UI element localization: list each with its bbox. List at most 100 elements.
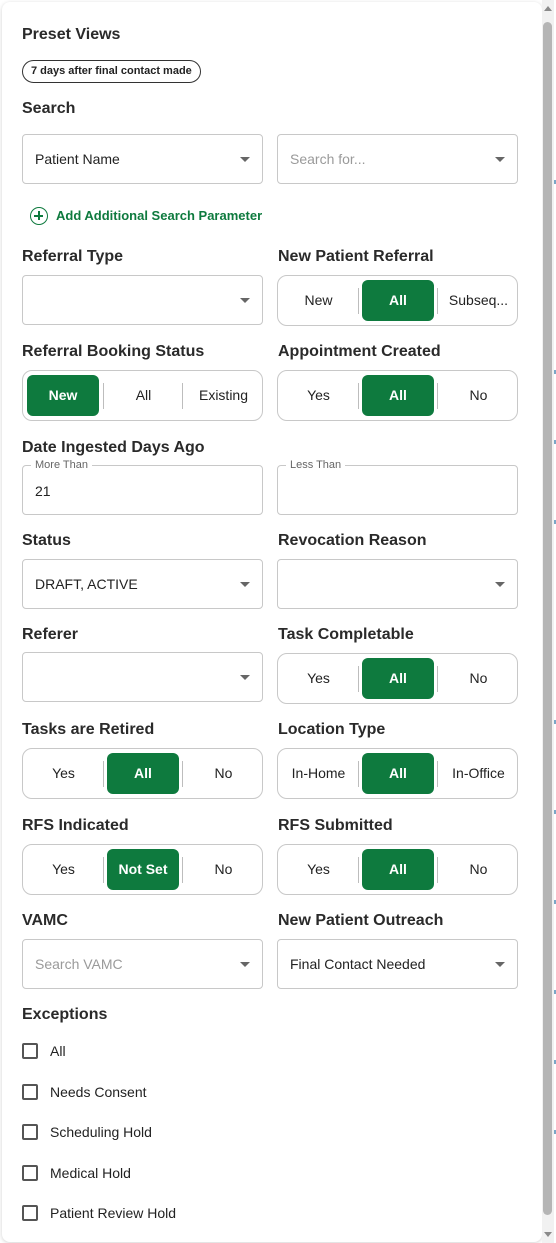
chevron-down-icon xyxy=(240,962,250,967)
status-label: Status xyxy=(22,532,71,549)
add-search-parameter-label: Add Additional Search Parameter xyxy=(56,208,263,223)
exception-label: All xyxy=(50,1043,66,1059)
status-value: DRAFT, ACTIVE xyxy=(35,576,138,592)
checkbox-icon[interactable] xyxy=(22,1043,38,1059)
toggle-option-new[interactable]: New xyxy=(27,375,99,416)
search-placeholder: Search for... xyxy=(290,151,366,167)
referral-booking-status-toggle: New All Existing xyxy=(22,370,263,421)
location-type-toggle: In-Home All In-Office xyxy=(277,748,518,799)
toggle-divider xyxy=(358,761,359,787)
toggle-divider xyxy=(437,857,438,883)
toggle-divider xyxy=(437,383,438,409)
vamc-search-input[interactable]: Search VAMC xyxy=(22,939,263,989)
new-patient-outreach-value: Final Contact Needed xyxy=(290,956,426,972)
toggle-option-no[interactable]: No xyxy=(184,845,263,894)
toggle-divider xyxy=(182,383,183,409)
toggle-option-yes[interactable]: Yes xyxy=(279,845,358,894)
referral-booking-status-label: Referral Booking Status xyxy=(22,343,205,360)
scroll-down-icon[interactable] xyxy=(544,1232,552,1237)
checkbox-icon[interactable] xyxy=(22,1205,38,1221)
date-ingested-label: Date Ingested Days Ago xyxy=(22,439,205,456)
search-title: Search xyxy=(22,100,76,117)
new-patient-outreach-select[interactable]: Final Contact Needed xyxy=(277,939,518,989)
toggle-option-yes[interactable]: Yes xyxy=(24,845,103,894)
rfs-submitted-toggle: Yes All No xyxy=(277,844,518,895)
exceptions-label: Exceptions xyxy=(22,1006,108,1023)
toggle-option-in-office[interactable]: In-Office xyxy=(439,749,518,798)
exception-label: Patient Review Hold xyxy=(50,1205,177,1221)
toggle-option-all[interactable]: All xyxy=(362,849,434,890)
checkbox-icon[interactable] xyxy=(22,1084,38,1100)
toggle-option-all[interactable]: All xyxy=(104,371,183,420)
toggle-option-all[interactable]: All xyxy=(362,375,434,416)
toggle-option-all[interactable]: All xyxy=(362,280,434,321)
toggle-divider xyxy=(103,857,104,883)
search-input[interactable]: Search for... xyxy=(277,134,518,184)
toggle-option-existing[interactable]: Existing xyxy=(184,371,263,420)
scroll-up-icon[interactable] xyxy=(544,6,552,11)
toggle-option-no[interactable]: No xyxy=(439,845,518,894)
search-field-value: Patient Name xyxy=(35,151,120,167)
toggle-option-no[interactable]: No xyxy=(439,371,518,420)
revocation-reason-select[interactable] xyxy=(277,559,518,609)
vamc-placeholder: Search VAMC xyxy=(35,956,123,972)
toggle-divider xyxy=(358,288,359,314)
rfs-indicated-toggle: Yes Not Set No xyxy=(22,844,263,895)
checkbox-icon[interactable] xyxy=(22,1165,38,1181)
more-than-input[interactable]: More Than 21 xyxy=(22,459,263,515)
chevron-down-icon xyxy=(495,962,505,967)
chevron-down-icon xyxy=(240,582,250,587)
checkbox-icon[interactable] xyxy=(22,1124,38,1140)
less-than-input[interactable]: Less Than xyxy=(277,459,518,515)
toggle-option-no[interactable]: No xyxy=(184,749,263,798)
appointment-created-toggle: Yes All No xyxy=(277,370,518,421)
less-than-label: Less Than xyxy=(286,459,346,472)
toggle-option-yes[interactable]: Yes xyxy=(279,654,358,703)
chevron-down-icon xyxy=(240,157,250,162)
toggle-divider xyxy=(437,761,438,787)
referral-type-select[interactable] xyxy=(22,275,263,325)
toggle-divider xyxy=(358,383,359,409)
task-completable-toggle: Yes All No xyxy=(277,653,518,704)
vamc-label: VAMC xyxy=(22,912,68,929)
chevron-down-icon xyxy=(495,582,505,587)
exception-label: Scheduling Hold xyxy=(50,1124,152,1140)
preset-view-chip[interactable]: 7 days after final contact made xyxy=(22,60,201,83)
more-than-value: 21 xyxy=(35,483,51,499)
rfs-indicated-label: RFS Indicated xyxy=(22,817,129,834)
toggle-divider xyxy=(182,857,183,883)
search-field-select[interactable]: Patient Name xyxy=(22,134,263,184)
toggle-option-yes[interactable]: Yes xyxy=(24,749,103,798)
exception-label: Needs Consent xyxy=(50,1084,147,1100)
chevron-down-icon xyxy=(240,675,250,680)
location-type-label: Location Type xyxy=(278,721,386,738)
toggle-divider xyxy=(437,666,438,692)
toggle-option-subsequent[interactable]: Subseq... xyxy=(439,276,518,325)
toggle-option-all[interactable]: All xyxy=(362,753,434,794)
toggle-divider xyxy=(358,857,359,883)
revocation-reason-label: Revocation Reason xyxy=(278,532,427,549)
new-patient-referral-label: New Patient Referral xyxy=(278,248,434,265)
referral-type-label: Referral Type xyxy=(22,248,124,265)
add-circle-icon xyxy=(30,207,48,225)
toggle-option-new[interactable]: New xyxy=(279,276,358,325)
toggle-option-all[interactable]: All xyxy=(107,753,179,794)
tasks-retired-toggle: Yes All No xyxy=(22,748,263,799)
toggle-divider xyxy=(437,288,438,314)
toggle-option-yes[interactable]: Yes xyxy=(279,371,358,420)
preset-views-title: Preset Views xyxy=(22,26,121,43)
new-patient-outreach-label: New Patient Outreach xyxy=(278,912,444,929)
chevron-down-icon xyxy=(495,157,505,162)
toggle-option-not-set[interactable]: Not Set xyxy=(107,849,179,890)
toggle-option-in-home[interactable]: In-Home xyxy=(279,749,358,798)
scrollbar-thumb[interactable] xyxy=(543,22,552,1215)
referer-label: Referer xyxy=(22,626,79,643)
toggle-option-all[interactable]: All xyxy=(362,658,434,699)
rfs-submitted-label: RFS Submitted xyxy=(278,817,393,834)
toggle-option-no[interactable]: No xyxy=(439,654,518,703)
new-patient-referral-toggle: New All Subseq... xyxy=(277,275,518,326)
exception-label: Medical Hold xyxy=(50,1165,131,1181)
appointment-created-label: Appointment Created xyxy=(278,343,441,360)
status-select[interactable]: DRAFT, ACTIVE xyxy=(22,559,263,609)
referer-select[interactable] xyxy=(22,652,263,702)
